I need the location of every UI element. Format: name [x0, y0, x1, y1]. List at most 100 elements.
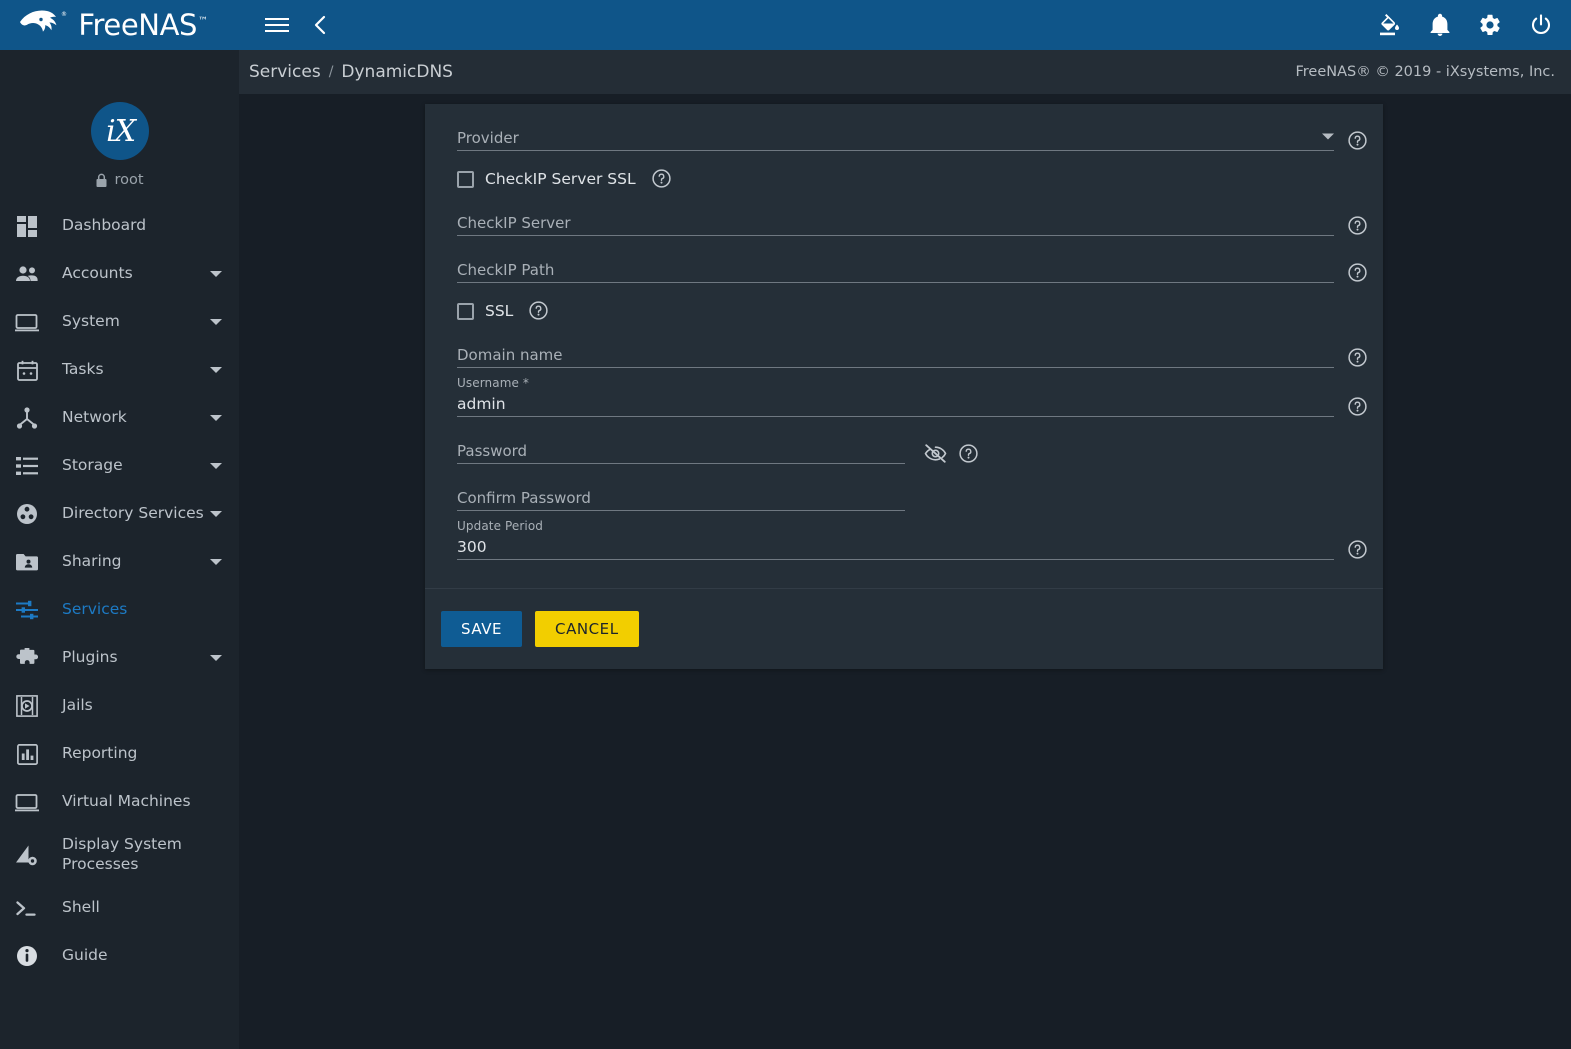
sidebar-item-jails[interactable]: Jails: [0, 682, 239, 730]
checkip-server-ssl-checkbox[interactable]: [457, 170, 474, 188]
ssl-checkbox[interactable]: [457, 302, 474, 320]
help-circle-icon[interactable]: [1348, 540, 1367, 560]
info-icon: [12, 945, 42, 967]
username-label: Username *: [457, 376, 529, 390]
sidebar-item-tasks[interactable]: Tasks: [0, 346, 239, 394]
field-password: Password: [441, 439, 1367, 464]
user-block: iX root: [0, 94, 239, 202]
sidebar-item-guide[interactable]: Guide: [0, 932, 239, 980]
confirm-password-input[interactable]: Confirm Password: [457, 486, 905, 511]
ssl-label: SSL: [485, 302, 514, 320]
update-period-label: Update Period: [457, 519, 543, 533]
process-icon: [12, 844, 42, 866]
top-bar-icon-group: [1378, 13, 1553, 37]
save-button[interactable]: SAVE: [441, 611, 523, 647]
sidebar-item-dashboard[interactable]: Dashboard: [0, 202, 239, 250]
sidebar-item-plugins[interactable]: Plugins: [0, 634, 239, 682]
chevron-down-icon[interactable]: [209, 366, 223, 374]
help-circle-icon[interactable]: [1348, 263, 1367, 283]
cancel-button[interactable]: CANCEL: [535, 611, 639, 647]
checkip-path-input[interactable]: CheckIP Path: [457, 258, 1334, 283]
theme-fill-icon[interactable]: [1378, 13, 1402, 37]
form-actions: SAVE CANCEL: [425, 588, 1383, 669]
update-period-input-wrap[interactable]: Update Period 300: [457, 519, 1334, 560]
sidebar-item-reporting[interactable]: Reporting: [0, 730, 239, 778]
field-checkip-path: CheckIP Path: [441, 258, 1367, 283]
settings-gear-icon[interactable]: [1478, 13, 1502, 37]
notifications-bell-icon[interactable]: [1429, 13, 1451, 37]
sidebar-item-services[interactable]: Services: [0, 586, 239, 634]
chevron-down-icon[interactable]: [209, 270, 223, 278]
freenas-app: ® FreeNAS™ Services / DynamicDNS FreeNAS…: [0, 0, 1571, 1049]
password-label: Password: [457, 442, 528, 460]
sidebar-item-label: Reporting: [62, 744, 138, 763]
confirm-password-input-wrap[interactable]: Confirm Password: [457, 486, 905, 511]
breadcrumb-parent[interactable]: Services: [249, 62, 321, 82]
sidebar-item-shell[interactable]: Shell: [0, 884, 239, 932]
field-confirm-password: Confirm Password: [441, 486, 1367, 511]
monitor-icon: [12, 313, 42, 332]
update-period-input[interactable]: 300: [457, 535, 1334, 560]
checkip-server-input[interactable]: CheckIP Server: [457, 211, 1334, 236]
sidebar-item-sharing[interactable]: Sharing: [0, 538, 239, 586]
checkip-server-ssl-label: CheckIP Server SSL: [485, 170, 636, 188]
help-circle-icon[interactable]: [959, 444, 978, 464]
help-circle-icon[interactable]: [1348, 216, 1367, 236]
help-circle-icon[interactable]: [1348, 348, 1367, 368]
sidebar-item-label: Virtual Machines: [62, 792, 191, 811]
confirm-password-label: Confirm Password: [457, 489, 591, 507]
sidebar-item-label: Plugins: [62, 648, 118, 667]
domain-name-label: Domain name: [457, 346, 563, 364]
help-circle-icon[interactable]: [529, 301, 548, 321]
help-circle-icon[interactable]: [1348, 131, 1367, 151]
jail-icon: [12, 695, 42, 717]
domain-name-input-wrap[interactable]: Domain name: [457, 343, 1334, 368]
provider-select-wrap[interactable]: Provider: [457, 126, 1334, 151]
sidebar-item-virtual-machines[interactable]: Virtual Machines: [0, 778, 239, 826]
dynamicdns-form: Provider CheckIP Server SSL CheckIP Serv…: [425, 104, 1383, 588]
sidebar-item-label: Tasks: [62, 360, 104, 379]
username-input[interactable]: admin: [457, 392, 1334, 417]
username-input-wrap[interactable]: Username * admin: [457, 376, 1334, 417]
sidebar-item-label: Shell: [62, 898, 100, 917]
network-icon: [12, 407, 42, 429]
help-circle-icon[interactable]: [651, 169, 671, 189]
username-value: admin: [457, 395, 506, 413]
password-input[interactable]: Password: [457, 439, 905, 464]
freenas-fish-logo-icon: ®: [20, 10, 67, 32]
sidebar-item-accounts[interactable]: Accounts: [0, 250, 239, 298]
provider-select[interactable]: Provider: [457, 126, 1334, 151]
top-bar: ® FreeNAS™: [0, 0, 1571, 50]
chevron-down-icon[interactable]: [209, 462, 223, 470]
domain-name-input[interactable]: Domain name: [457, 343, 1334, 368]
sidebar-item-label: Sharing: [62, 552, 122, 571]
chevron-down-icon[interactable]: [209, 654, 223, 662]
checkip-path-input-wrap[interactable]: CheckIP Path: [457, 258, 1334, 283]
sidebar-item-storage[interactable]: Storage: [0, 442, 239, 490]
lock-icon: [96, 173, 107, 187]
chevron-down-icon[interactable]: [209, 318, 223, 326]
chevron-left-icon[interactable]: [307, 12, 333, 38]
sidebar-item-display-system-processes[interactable]: Display System Processes: [0, 826, 239, 884]
calendar-icon: [12, 360, 42, 381]
chevron-down-icon[interactable]: [209, 558, 223, 566]
directory-services-icon: [12, 503, 42, 525]
help-circle-icon[interactable]: [1348, 397, 1367, 417]
dynamicdns-form-card: Provider CheckIP Server SSL CheckIP Serv…: [425, 104, 1383, 669]
sidebar-item-directory-services[interactable]: Directory Services: [0, 490, 239, 538]
sidebar-item-label: Guide: [62, 946, 108, 965]
chevron-down-icon[interactable]: [209, 414, 223, 422]
terminal-icon: [12, 900, 42, 917]
chevron-down-icon[interactable]: [209, 510, 223, 518]
password-input-wrap[interactable]: Password: [457, 439, 905, 464]
breadcrumb-current: DynamicDNS: [341, 62, 453, 82]
sidebar-item-network[interactable]: Network: [0, 394, 239, 442]
chevron-down-icon[interactable]: [1322, 125, 1334, 148]
field-checkip-server-ssl: CheckIP Server SSL: [441, 169, 1367, 189]
brand-name: FreeNAS™: [78, 7, 208, 42]
sidebar-item-system[interactable]: System: [0, 298, 239, 346]
power-icon[interactable]: [1529, 13, 1553, 37]
checkip-server-input-wrap[interactable]: CheckIP Server: [457, 211, 1334, 236]
eye-off-icon[interactable]: [924, 444, 947, 464]
hamburger-icon[interactable]: [263, 11, 291, 39]
